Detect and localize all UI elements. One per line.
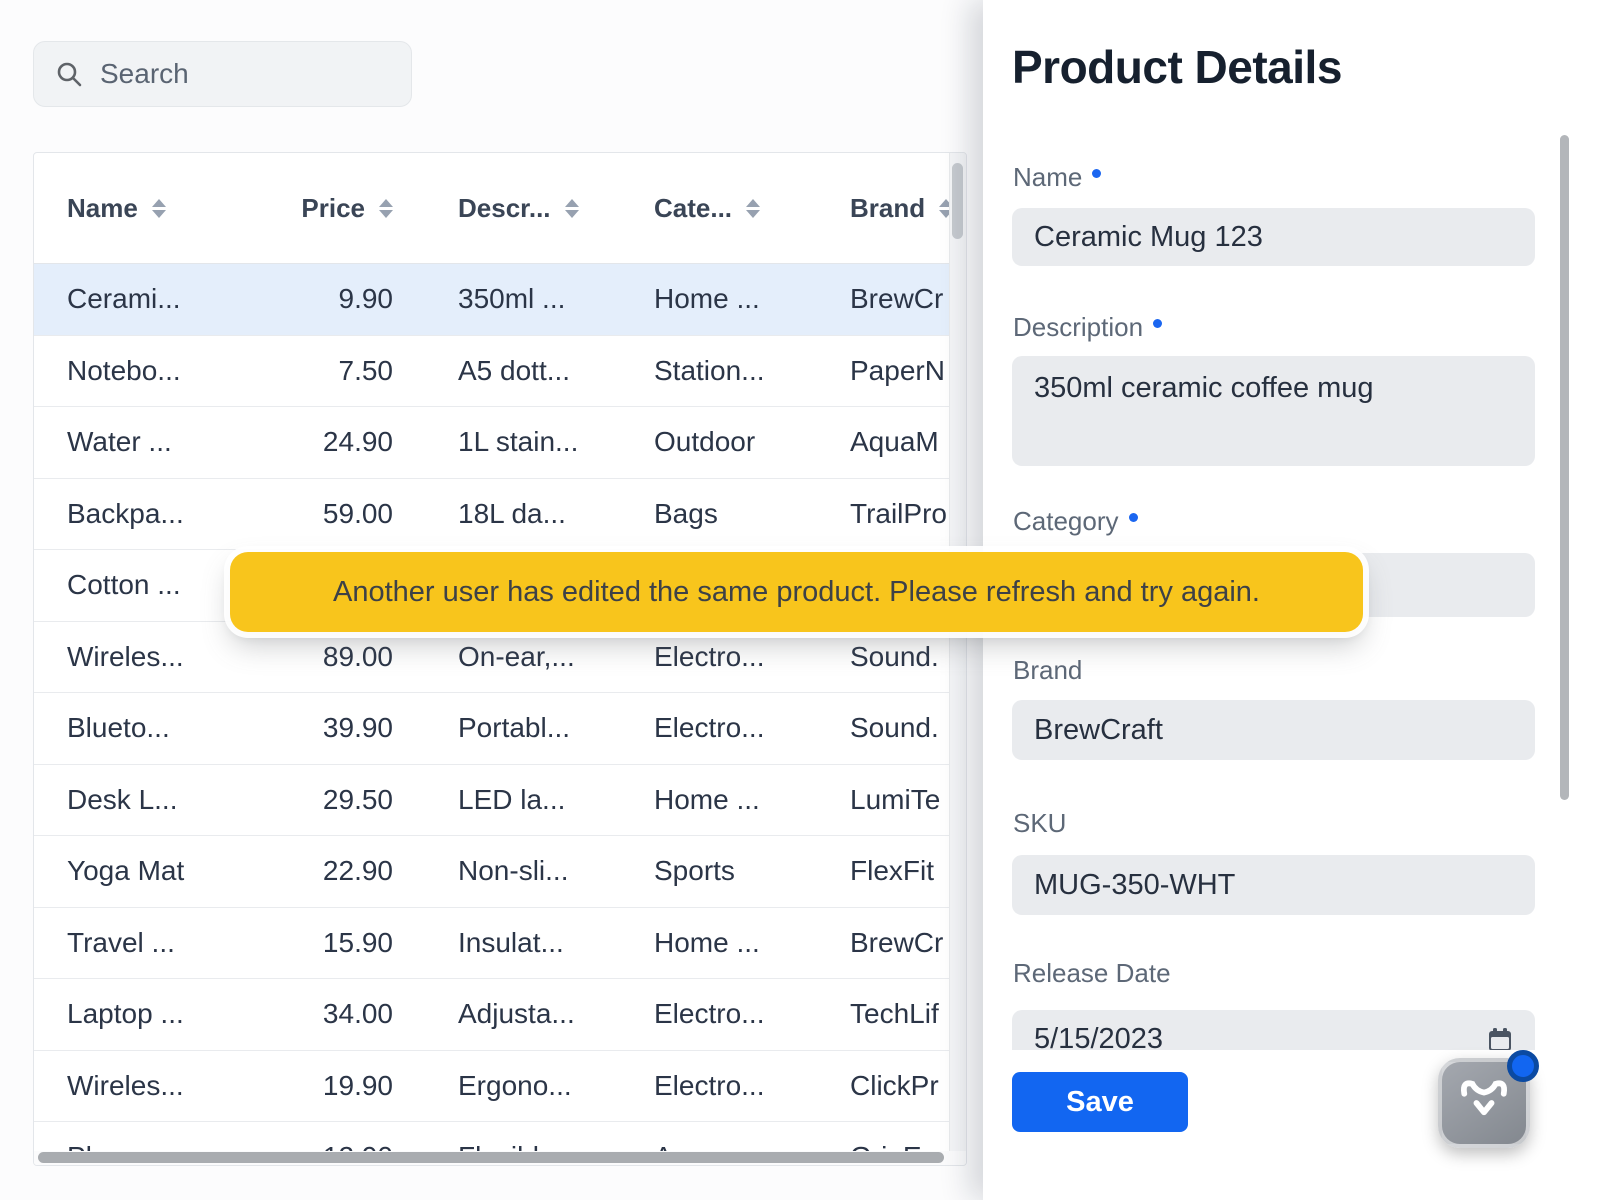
- name-label: Name: [1013, 162, 1101, 193]
- description-field[interactable]: 350ml ceramic coffee mug: [1012, 356, 1535, 466]
- table-row[interactable]: Wireles... 19.90 Ergono... Electro... Cl…: [34, 1051, 966, 1123]
- notification-badge: [1507, 1050, 1539, 1082]
- scrollbar-thumb[interactable]: [952, 163, 963, 239]
- horns-logo-icon: [1455, 1074, 1513, 1132]
- sort-arrows-icon[interactable]: [379, 199, 393, 218]
- table-row[interactable]: Wireles... 89.00 On-ear,... Electro... S…: [34, 622, 966, 694]
- release-date-label: Release Date: [1013, 958, 1171, 989]
- table-header-row: Name Price Descr... Cate... Brand: [34, 153, 966, 264]
- category-label: Category: [1013, 506, 1138, 537]
- table-row[interactable]: Backpa... 59.00 18L da... Bags TrailPro: [34, 479, 966, 551]
- table-row[interactable]: Laptop ... 34.00 Adjusta... Electro... T…: [34, 979, 966, 1051]
- table-horizontal-scrollbar[interactable]: [34, 1151, 966, 1165]
- table-row[interactable]: Notebo... 7.50 A5 dott... Station... Pap…: [34, 336, 966, 408]
- description-label: Description: [1013, 312, 1162, 343]
- name-field[interactable]: Ceramic Mug 123: [1012, 208, 1535, 266]
- toast-message: Another user has edited the same product…: [333, 576, 1260, 609]
- search-icon: [54, 59, 84, 89]
- column-header-brand[interactable]: Brand: [789, 193, 967, 224]
- table-row[interactable]: Cerami... 9.90 350ml ... Home ... BrewCr: [34, 264, 966, 336]
- page-title: Product Details: [1012, 40, 1342, 94]
- column-header-description[interactable]: Descr...: [397, 193, 593, 224]
- products-table: Name Price Descr... Cate... Brand Cerami…: [33, 152, 967, 1166]
- calendar-icon[interactable]: [1487, 1027, 1513, 1050]
- search-placeholder: Search: [100, 58, 189, 90]
- sort-arrows-icon[interactable]: [746, 199, 760, 218]
- required-dot: [1153, 319, 1162, 328]
- table-row[interactable]: Blueto... 39.90 Portabl... Electro... So…: [34, 693, 966, 765]
- panel-scrollbar-thumb[interactable]: [1560, 135, 1569, 800]
- scrollbar-thumb[interactable]: [38, 1152, 944, 1163]
- extension-logo-button[interactable]: [1438, 1058, 1530, 1148]
- sort-arrows-icon[interactable]: [565, 199, 579, 218]
- column-header-name[interactable]: Name: [34, 193, 267, 224]
- table-row[interactable]: Travel ... 15.90 Insulat... Home ... Bre…: [34, 908, 966, 980]
- brand-label: Brand: [1013, 655, 1082, 686]
- table-row[interactable]: Desk L... 29.50 LED la... Home ... LumiT…: [34, 765, 966, 837]
- sku-label: SKU: [1013, 808, 1066, 839]
- column-header-price[interactable]: Price: [267, 193, 397, 224]
- sku-field[interactable]: MUG-350-WHT: [1012, 855, 1535, 915]
- brand-field[interactable]: BrewCraft: [1012, 700, 1535, 760]
- conflict-toast: Another user has edited the same product…: [230, 552, 1363, 632]
- search-input[interactable]: Search: [33, 41, 412, 107]
- release-date-field[interactable]: 5/15/2023: [1012, 1010, 1535, 1050]
- required-dot: [1129, 513, 1138, 522]
- sort-arrows-icon[interactable]: [152, 199, 166, 218]
- table-row[interactable]: Yoga Mat 22.90 Non-sli... Sports FlexFit: [34, 836, 966, 908]
- required-dot: [1092, 169, 1101, 178]
- save-button[interactable]: Save: [1012, 1072, 1188, 1132]
- table-row[interactable]: Water ... 24.90 1L stain... Outdoor Aqua…: [34, 407, 966, 479]
- column-header-category[interactable]: Cate...: [593, 193, 789, 224]
- table-vertical-scrollbar[interactable]: [949, 153, 966, 1151]
